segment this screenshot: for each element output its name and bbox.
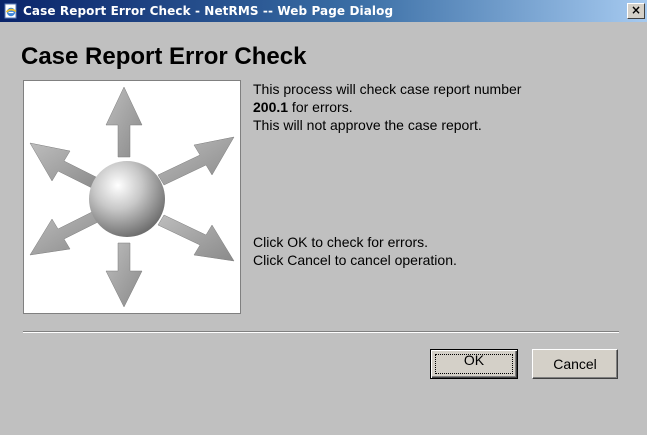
cancel-button[interactable]: Cancel [532,349,618,379]
instruction-ok: Click OK to check for errors. [253,234,429,250]
dialog-window: Case Report Error Check - NetRMS -- Web … [0,0,647,435]
message-line-2: 200.1 for errors. [253,98,353,116]
dialog-heading: Case Report Error Check [21,43,307,70]
window-title: Case Report Error Check - NetRMS -- Web … [23,4,394,18]
message-line-1: This process will check case report numb… [253,81,522,97]
message-line-3: This will not approve the case report. [253,117,482,133]
ie-page-icon [4,3,17,19]
illustration-panel [23,80,241,314]
ok-button[interactable]: OK [430,349,518,379]
title-bar[interactable]: Case Report Error Check - NetRMS -- Web … [0,0,647,22]
cancel-button-label: Cancel [553,356,597,372]
ok-button-label: OK [463,352,485,368]
directional-arrows-sphere-icon [29,86,235,308]
case-number: 200.1 [253,99,289,115]
close-icon: × [630,3,642,17]
instruction-cancel: Click Cancel to cancel operation. [253,252,457,268]
close-button[interactable]: × [627,3,645,19]
message-line-2-suffix: for errors. [288,99,353,115]
divider [23,331,619,333]
